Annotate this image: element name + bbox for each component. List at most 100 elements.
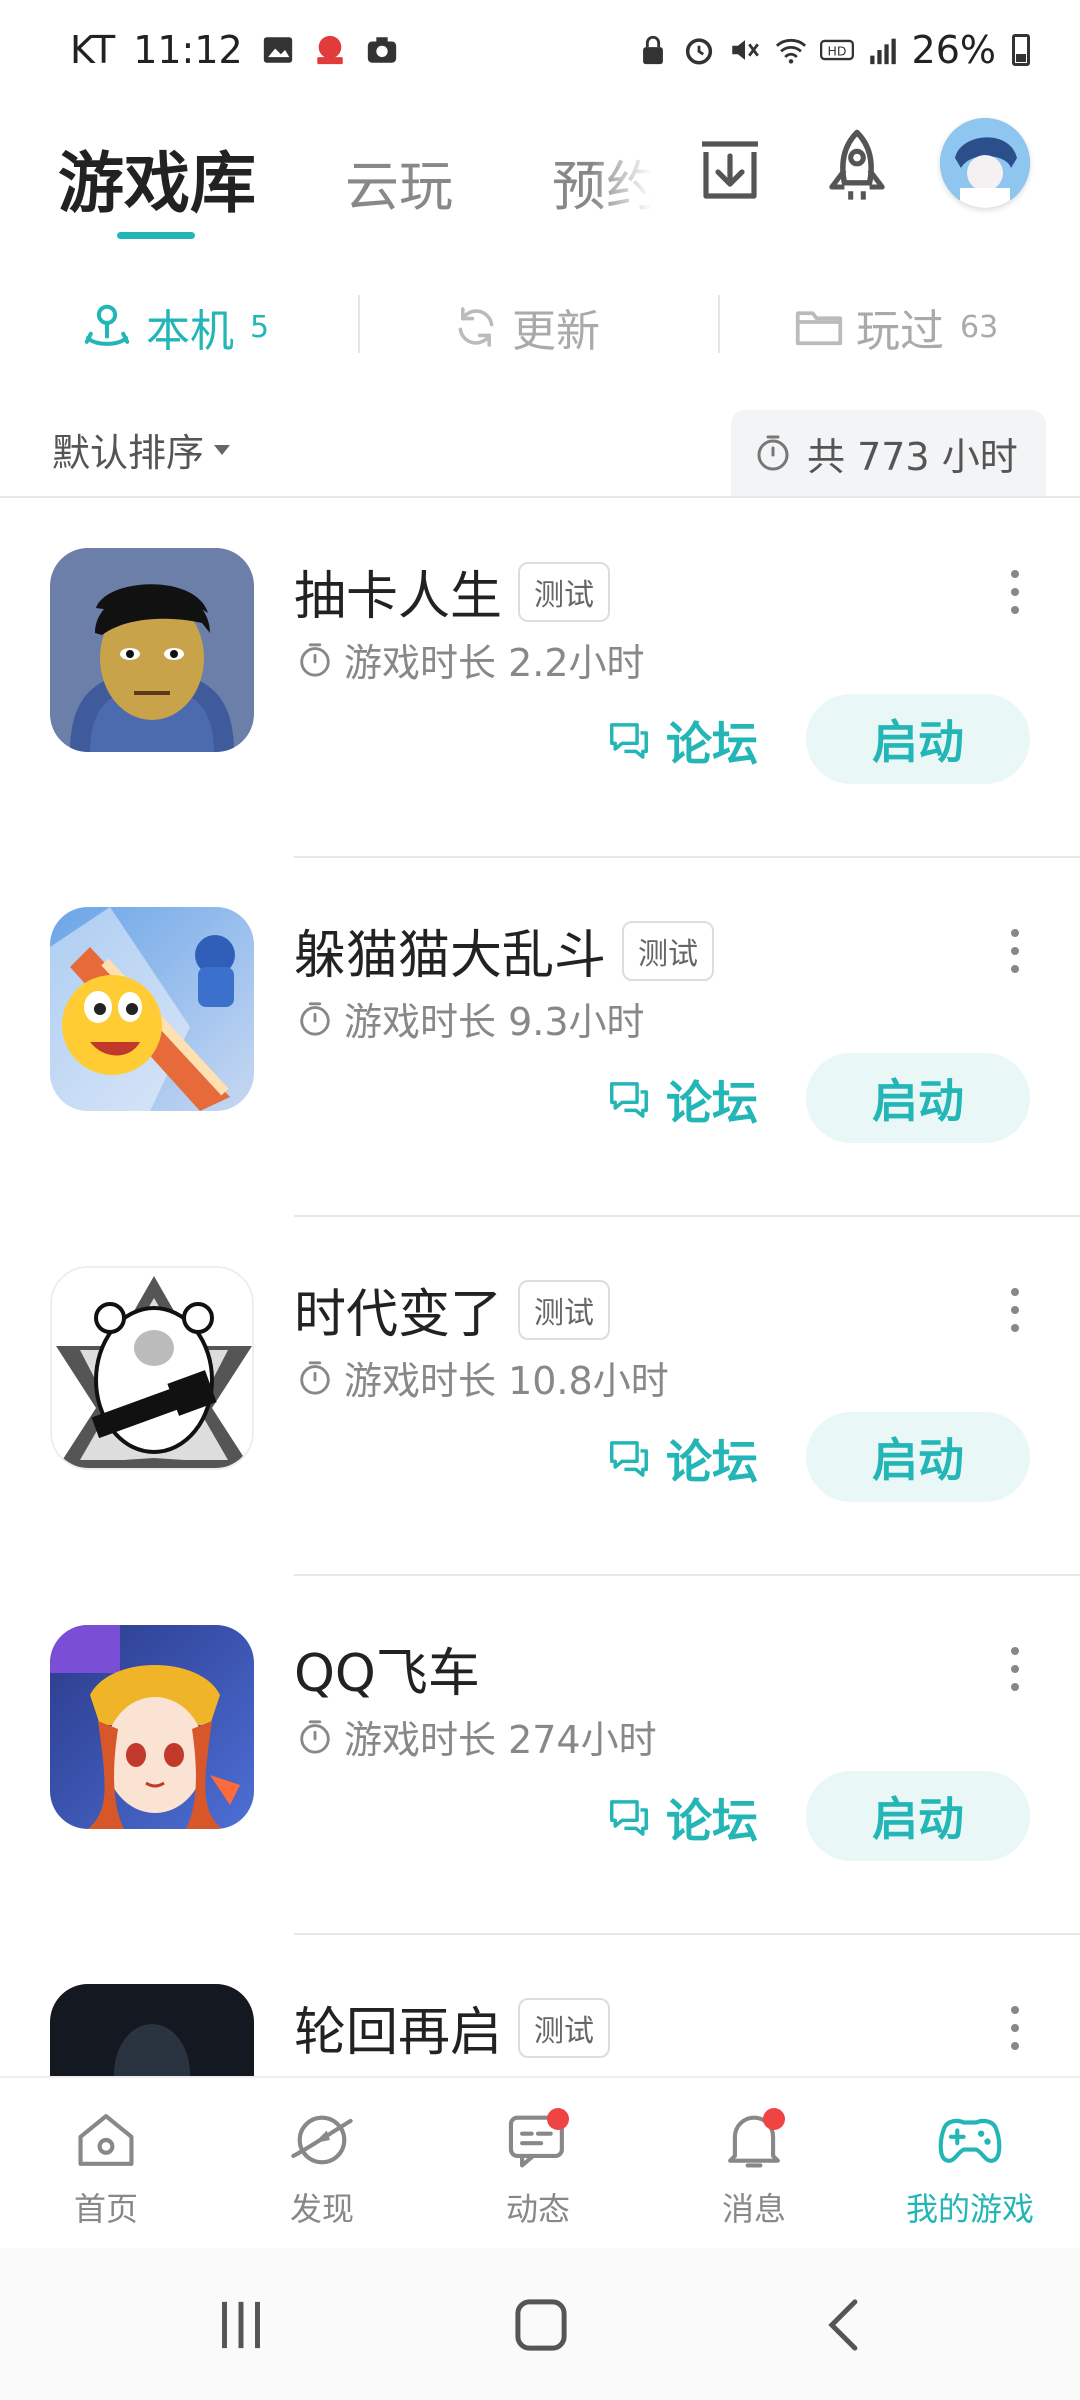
forum-label: 论坛 — [666, 1435, 758, 1489]
sort-label: 默认排序 — [52, 431, 205, 475]
more-options-icon[interactable] — [1010, 1288, 1020, 1332]
subtab-played-label: 玩过 — [856, 306, 944, 357]
nav-my-games[interactable]: 我的游戏 — [870, 2108, 1070, 2230]
more-options-icon[interactable] — [1010, 929, 1020, 973]
forum-label: 论坛 — [666, 1076, 758, 1130]
forum-button[interactable]: 论坛 — [606, 1426, 758, 1492]
active-tab-indicator — [117, 232, 195, 239]
tab-game-library[interactable]: 游戏库 — [58, 130, 256, 226]
game-row[interactable]: QQ飞车 游戏时长 274小时 论坛 启动 — [0, 1575, 1080, 1935]
back-icon[interactable] — [810, 2292, 880, 2358]
nav-messages[interactable]: 消息 — [654, 2108, 854, 2230]
app-notification-icon — [316, 35, 343, 65]
discover-icon — [291, 2115, 353, 2165]
subtab-local-count: 5 — [250, 309, 270, 345]
subtab-local-label: 本机 — [146, 306, 234, 357]
status-bar: KT 11:12 HD 26% — [0, 0, 1080, 100]
nav-feed[interactable]: 动态 — [438, 2108, 638, 2230]
game-duration-label: 游戏时长 10.8小时 — [344, 1359, 669, 1403]
launch-button[interactable]: 启动 — [806, 694, 1030, 784]
launch-button[interactable]: 启动 — [806, 1771, 1030, 1861]
timer-icon — [300, 1360, 330, 1395]
timer-icon — [300, 642, 330, 677]
more-options-icon[interactable] — [1010, 1647, 1020, 1691]
test-badge: 测试 — [518, 561, 611, 622]
game-name: 轮回再启 — [294, 2003, 503, 2063]
tab-preorder[interactable]: 预约 — [552, 142, 652, 221]
carrier-label: KT — [70, 28, 116, 72]
gallery-icon — [263, 37, 292, 63]
game-title-line: 躲猫猫大乱斗 测试 — [294, 913, 715, 988]
game-title-line: QQ飞车 — [294, 1631, 480, 1706]
subtab-local[interactable]: 本机 5 — [80, 295, 269, 359]
sort-dropdown[interactable]: 默认排序 — [52, 422, 231, 477]
subtab-played[interactable]: 玩过 63 — [794, 295, 998, 359]
device-icon — [84, 304, 130, 346]
wifi-icon — [775, 38, 806, 64]
subtab-updates[interactable]: 更新 — [452, 295, 600, 359]
nav-messages-label: 消息 — [721, 2190, 786, 2228]
game-row[interactable]: 轮回再启 测试 — [0, 1934, 1080, 2076]
game-icon[interactable] — [50, 548, 254, 752]
game-duration: 游戏时长 274小时 — [296, 1709, 657, 1764]
forum-icon — [610, 1082, 648, 1118]
forum-button[interactable]: 论坛 — [606, 708, 758, 774]
download-icon[interactable] — [690, 126, 770, 206]
timer-icon — [300, 1001, 330, 1036]
camera-icon — [367, 37, 396, 63]
timer-icon — [757, 435, 789, 471]
game-duration-label: 游戏时长 9.3小时 — [344, 1000, 645, 1044]
signal-icon — [869, 38, 896, 65]
bottom-navigation: 首页 发现 动态 消息 我的游戏 — [0, 2076, 1080, 2248]
recent-apps-icon[interactable] — [206, 2292, 276, 2358]
forum-icon — [610, 1800, 648, 1836]
status-right: HD 26% — [636, 28, 1030, 72]
clock: 11:12 — [133, 28, 243, 72]
nav-my-games-label: 我的游戏 — [905, 2190, 1034, 2228]
game-title-line: 轮回再启 测试 — [294, 1990, 611, 2065]
game-duration: 游戏时长 2.2小时 — [296, 632, 645, 687]
nav-feed-label: 动态 — [505, 2190, 570, 2228]
tab-cloud-play[interactable]: 云玩 — [345, 142, 453, 221]
game-duration: 游戏时长 9.3小时 — [296, 991, 645, 1046]
forum-label: 论坛 — [666, 1794, 758, 1848]
nav-home[interactable]: 首页 — [6, 2108, 206, 2230]
battery-percent: 26% — [911, 28, 996, 72]
more-options-icon[interactable] — [1010, 570, 1020, 614]
more-options-icon[interactable] — [1010, 2006, 1020, 2050]
home-button-icon[interactable] — [506, 2292, 576, 2358]
nav-home-label: 首页 — [73, 2190, 138, 2228]
game-icon[interactable] — [50, 907, 254, 1111]
gamepad-icon — [938, 2118, 1002, 2163]
game-row[interactable]: 抽卡人生 测试 游戏时长 2.2小时 论坛 启动 — [0, 498, 1080, 858]
forum-icon — [610, 723, 648, 759]
home-icon — [78, 2114, 134, 2166]
subtab-updates-label: 更新 — [512, 306, 600, 357]
nav-discover[interactable]: 发现 — [222, 2108, 422, 2230]
game-duration: 游戏时长 10.8小时 — [296, 1350, 669, 1405]
notification-badge — [547, 2108, 569, 2130]
game-icon[interactable] — [50, 1625, 254, 1829]
game-icon[interactable] — [50, 1984, 254, 2076]
game-name: QQ飞车 — [294, 1644, 480, 1704]
battery-icon — [1012, 34, 1030, 66]
feed-icon-wrap — [503, 2108, 573, 2172]
test-badge: 测试 — [622, 920, 715, 981]
sort-row: 默认排序 共 773 小时 — [0, 410, 1080, 496]
forum-button[interactable]: 论坛 — [606, 1067, 758, 1133]
game-name: 躲猫猫大乱斗 — [294, 926, 607, 986]
forum-button[interactable]: 论坛 — [606, 1785, 758, 1851]
launch-button[interactable]: 启动 — [806, 1412, 1030, 1502]
status-left: KT 11:12 — [70, 28, 399, 72]
game-duration-label: 游戏时长 274小时 — [344, 1718, 657, 1762]
game-title-line: 时代变了 测试 — [294, 1272, 611, 1347]
game-icon[interactable] — [50, 1266, 254, 1470]
game-row[interactable]: 时代变了 测试 游戏时长 10.8小时 论坛 启动 — [0, 1216, 1080, 1576]
subtab-played-count: 63 — [960, 309, 999, 345]
game-row[interactable]: 躲猫猫大乱斗 测试 游戏时长 9.3小时 论坛 启动 — [0, 857, 1080, 1217]
test-badge: 测试 — [518, 1997, 611, 2058]
launch-button[interactable]: 启动 — [806, 1053, 1030, 1143]
user-avatar[interactable] — [940, 118, 1030, 208]
rocket-icon[interactable] — [815, 124, 899, 208]
hd-icon: HD — [819, 39, 854, 61]
